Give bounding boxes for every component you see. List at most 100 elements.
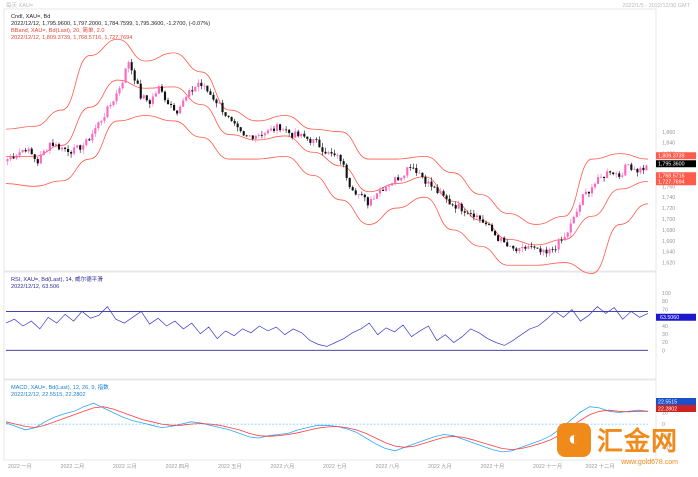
macd-legend-0: MACD, XAU=, Bd(Last), 12, 26, 9, 指数	[11, 383, 109, 391]
candle-body	[397, 177, 400, 181]
candle-body	[239, 127, 242, 132]
candle-body	[318, 139, 321, 148]
candle-body	[288, 129, 291, 133]
candle-body	[185, 96, 188, 101]
candle-body	[60, 147, 64, 150]
candle-body	[285, 129, 288, 131]
x-tick: 2022 一月	[8, 463, 32, 470]
candle-body	[12, 156, 15, 159]
candle-body	[394, 177, 397, 184]
candle-body	[578, 204, 581, 212]
candle-body	[191, 90, 194, 92]
candle-body	[9, 156, 12, 160]
candle-body	[221, 102, 224, 113]
candle-body	[136, 80, 139, 84]
candle-body	[157, 86, 160, 94]
candle-body	[600, 176, 603, 178]
candle-body	[448, 198, 451, 205]
candle-body	[360, 194, 363, 195]
candle-body	[566, 232, 569, 237]
candle-body	[163, 91, 167, 101]
brand-url: www.gold678.com	[621, 459, 678, 466]
x-tick: 2022 八月	[376, 463, 400, 470]
candle-body	[551, 249, 554, 250]
candle-body	[67, 148, 70, 153]
candle-body	[166, 100, 170, 104]
candle-body	[563, 236, 566, 241]
candle-body	[15, 155, 18, 159]
candle-body	[73, 147, 76, 154]
candle-body	[378, 189, 382, 194]
candle-body	[463, 211, 466, 213]
brand-watermark: ◐ 汇金网	[556, 421, 678, 458]
candle-body	[348, 177, 351, 188]
candle-body	[169, 103, 173, 105]
candle-body	[388, 185, 391, 187]
candle-body	[39, 154, 42, 164]
candle-body	[415, 167, 418, 173]
rsi-legend-1: 2022/12/12, 63.506	[11, 284, 59, 290]
candle-body	[539, 248, 542, 253]
candle-body	[109, 105, 112, 107]
candle-body	[42, 151, 45, 155]
candle-body	[194, 86, 197, 92]
candle-body	[227, 115, 230, 117]
candle-body	[145, 95, 148, 101]
candle-body	[315, 139, 318, 140]
candle-body	[236, 123, 239, 128]
x-tick: 2022 十一月	[533, 462, 562, 470]
rsi-legend-0: RSI, XAU=, Bd(Last), 14, 威尔德平滑	[11, 275, 103, 283]
candle-body	[218, 102, 221, 104]
candle-body	[197, 82, 200, 87]
candle-body	[381, 189, 385, 191]
rsi-y-tick: 30	[662, 332, 668, 338]
candle-body	[460, 203, 463, 212]
candle-body	[542, 249, 545, 253]
candle-body	[533, 246, 536, 248]
candle-body	[266, 130, 270, 134]
candle-body	[366, 197, 369, 206]
candle-body	[521, 246, 524, 249]
candle-body	[297, 131, 300, 137]
price-legend-1: 2022/12/12, 1,795.9600, 1,797.2000, 1,78…	[11, 21, 210, 27]
candle-body	[612, 172, 615, 175]
price-y-tick: 1,860	[662, 130, 675, 136]
candle-body	[94, 128, 97, 134]
candle-body	[45, 150, 48, 152]
candle-body	[203, 85, 206, 87]
price-y-tick: 1,660	[662, 239, 675, 245]
candle-body	[57, 144, 61, 150]
price-y-tick: 1,840	[662, 141, 675, 147]
candle-body	[300, 133, 303, 137]
candle-body	[282, 129, 285, 131]
price-label: 1,809.3739	[658, 154, 685, 160]
candle-body	[339, 154, 342, 162]
rsi-y-tick: 80	[662, 299, 668, 305]
candle-body	[251, 135, 254, 139]
candle-body	[88, 139, 91, 141]
candle-body	[18, 152, 21, 156]
price-y-tick: 1,680	[662, 228, 675, 234]
candle-body	[609, 171, 612, 173]
candle-body	[100, 120, 103, 123]
candle-body	[490, 224, 494, 232]
candle-body	[545, 249, 548, 254]
candle-body	[36, 159, 39, 164]
candle-body	[633, 168, 636, 170]
x-tick: 2022 十月	[481, 462, 505, 470]
candle-body	[603, 176, 606, 179]
candle-body	[469, 213, 472, 215]
candle-body	[548, 249, 551, 254]
price-legend-2: BBand, XAU=, Bd(Last), 20, 简单, 2.0	[11, 26, 104, 34]
candle-body	[590, 187, 594, 194]
logo-icon: ◐	[556, 422, 591, 457]
x-tick: 2022 五月	[218, 463, 242, 470]
candle-body	[363, 194, 366, 198]
candle-body	[639, 167, 642, 173]
candle-body	[260, 134, 263, 136]
candle-body	[327, 152, 330, 154]
rsi-y-tick: 70	[662, 307, 668, 313]
candle-body	[121, 82, 124, 89]
price-y-tick: 1,620	[662, 261, 675, 267]
candle-body	[112, 101, 115, 106]
